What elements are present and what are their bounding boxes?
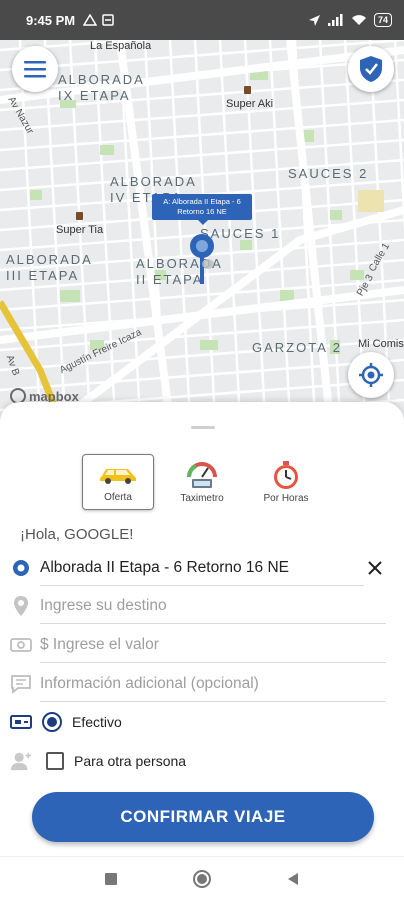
- trip-request-sheet: Oferta Taximetro Por Horas ¡Hola, GOOGLE…: [0, 402, 404, 860]
- other-person-row: Para otra persona: [10, 743, 386, 779]
- system-nav-bar: [0, 856, 404, 900]
- destination-field[interactable]: [40, 588, 386, 624]
- cash-radio[interactable]: [42, 712, 62, 732]
- recents-icon[interactable]: [104, 872, 118, 886]
- safety-button[interactable]: [348, 46, 394, 92]
- clear-origin-button[interactable]: [364, 557, 386, 579]
- taxi-icon: [100, 469, 136, 484]
- battery-indicator: 74: [373, 13, 392, 27]
- neighborhood-sauces-2: SAUCES 2: [288, 166, 369, 181]
- cash-icon: [10, 715, 32, 729]
- comment-icon: [11, 675, 31, 694]
- additional-info-input[interactable]: [40, 674, 386, 693]
- mode-taximetro[interactable]: Taximetro: [166, 454, 238, 510]
- shop-icon: [76, 212, 83, 220]
- back-icon[interactable]: [286, 872, 300, 886]
- location-pin-icon: [190, 234, 214, 284]
- status-time: 9:45 PM: [26, 12, 76, 28]
- fare-field[interactable]: [40, 627, 386, 663]
- place-super-tia: Super Tia: [56, 212, 103, 236]
- shield-check-icon: [360, 56, 382, 82]
- neighborhood-alborada-ix: ALBORADA IX ETAPA: [58, 72, 145, 103]
- confirm-trip-button[interactable]: CONFIRMAR VIAJE: [32, 792, 374, 842]
- notification-icon-2: [102, 14, 114, 26]
- other-person-label: Para otra persona: [74, 753, 187, 769]
- place-super-aki: Super Aki: [226, 86, 273, 110]
- origin-pin-icon: [13, 560, 29, 576]
- origin-text: Alborada II Etapa - 6 Retorno 16 NE: [40, 558, 290, 576]
- location-tooltip: A: Alborada II Etapa - 6 Retorno 16 NE: [152, 194, 252, 225]
- destination-pin-icon: [14, 596, 28, 616]
- neighborhood-alborada-iii: ALBORADA III ETAPA: [6, 252, 93, 283]
- menu-button[interactable]: [12, 46, 58, 92]
- home-icon[interactable]: [192, 869, 212, 889]
- destination-row: [10, 588, 386, 624]
- fare-row: [10, 627, 386, 663]
- mode-por-horas[interactable]: Por Horas: [250, 454, 322, 510]
- hamburger-menu-icon: [24, 61, 46, 78]
- crosshair-icon: [359, 363, 383, 387]
- greeting-text: ¡Hola, GOOGLE!: [20, 526, 134, 543]
- destination-input[interactable]: [40, 596, 386, 615]
- taximeter-icon: [187, 462, 217, 488]
- location-arrow-icon: [308, 14, 320, 26]
- payment-label: Efectivo: [72, 714, 122, 730]
- mode-taximetro-label: Taximetro: [180, 493, 224, 504]
- stopwatch-icon: [274, 461, 298, 489]
- drag-handle[interactable]: [191, 426, 215, 429]
- origin-row: Alborada II Etapa - 6 Retorno 16 NE: [10, 550, 386, 586]
- money-icon: [10, 638, 32, 652]
- place-mi-comis: Mi Comis: [358, 338, 404, 350]
- neighborhood-garzota-2: GARZOTA 2: [252, 340, 342, 355]
- close-icon: [368, 561, 382, 575]
- origin-field[interactable]: Alborada II Etapa - 6 Retorno 16 NE: [40, 550, 364, 586]
- payment-row: Efectivo: [10, 704, 386, 740]
- recenter-location-button[interactable]: [348, 352, 394, 398]
- wifi-icon: [351, 15, 366, 25]
- shop-icon: [244, 86, 251, 94]
- additional-info-row: [10, 666, 386, 702]
- status-bar: 9:45 PM 74: [0, 0, 404, 40]
- add-person-icon: [10, 752, 32, 771]
- additional-info-field[interactable]: [40, 666, 386, 702]
- signal-icon: [327, 14, 343, 26]
- mode-por-horas-label: Por Horas: [263, 493, 309, 504]
- map-view[interactable]: ALBORADA IX ETAPA ALBORADA IV ETAPA ALBO…: [0, 40, 404, 420]
- place-la-espanola: La Española: [90, 40, 152, 52]
- mode-oferta[interactable]: Oferta: [82, 454, 154, 510]
- mode-oferta-label: Oferta: [104, 492, 132, 503]
- service-mode-selector: Oferta Taximetro Por Horas: [82, 454, 322, 510]
- notification-icon: [83, 14, 98, 26]
- fare-input[interactable]: [40, 635, 386, 654]
- other-person-checkbox[interactable]: [46, 752, 64, 770]
